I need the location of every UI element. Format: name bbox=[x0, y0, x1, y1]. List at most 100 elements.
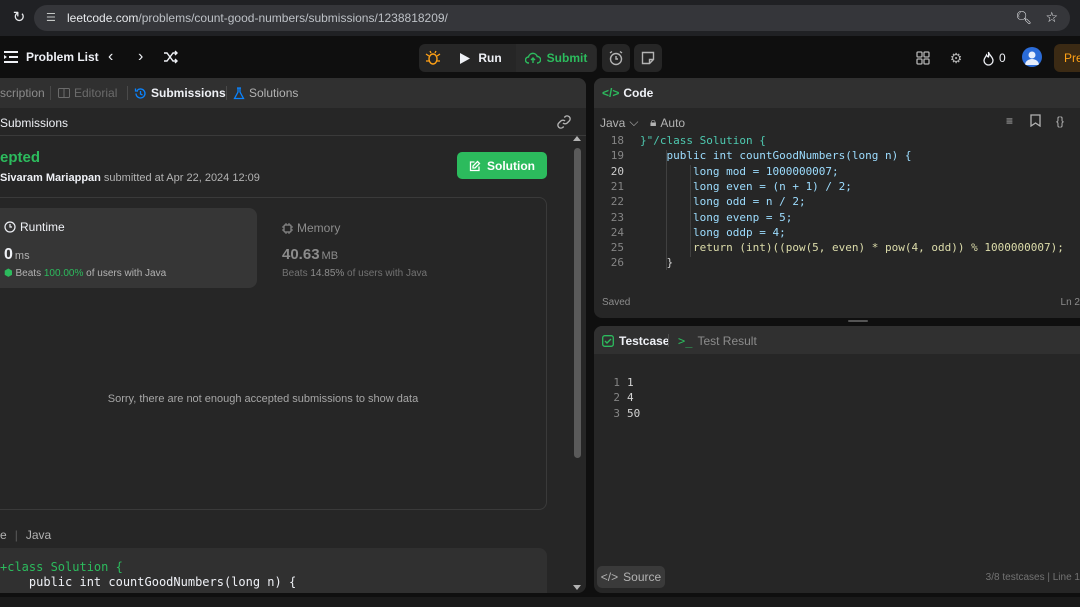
testcase-status: 3/8 testcases | Line 1 bbox=[985, 572, 1080, 583]
run-button[interactable]: Run bbox=[448, 44, 514, 72]
notes-button[interactable] bbox=[634, 44, 662, 72]
problem-list-link[interactable]: Problem List bbox=[26, 50, 99, 64]
code-brackets-icon: </> bbox=[600, 570, 619, 584]
url-host: leetcode.com bbox=[67, 11, 139, 25]
site-settings-icon[interactable]: ☰ bbox=[46, 11, 60, 25]
bug-icon bbox=[425, 50, 441, 65]
line-number: 1 bbox=[613, 376, 620, 389]
tab-test-result-label: Test Result bbox=[697, 334, 757, 348]
line-number: 18 bbox=[610, 134, 624, 147]
bookmark-star-icon[interactable]: ☆ bbox=[1045, 9, 1058, 26]
line-text: 50 bbox=[627, 406, 641, 420]
memory-label: Memory bbox=[297, 221, 341, 235]
line-code: long odd = n / 2; bbox=[640, 195, 806, 208]
tab-solutions-label: Solutions bbox=[249, 86, 299, 100]
tab-solutions[interactable]: Solutions bbox=[233, 86, 298, 100]
line-text: long evenp = 5; bbox=[640, 210, 793, 224]
code-line: 23 long evenp = 5; bbox=[594, 211, 1080, 226]
submitted-code-preview[interactable]: +class Solution { public int countGoodNu… bbox=[0, 548, 547, 593]
browser-toolbar: ↻ ☰ leetcode.com/problems/count-good-num… bbox=[0, 0, 1080, 36]
address-bar[interactable]: ☰ leetcode.com/problems/count-good-numbe… bbox=[34, 5, 1070, 31]
tab-submissions[interactable]: Submissions bbox=[134, 86, 226, 100]
zoom-icon[interactable]: 🔍︎ bbox=[1015, 10, 1032, 26]
code-editor[interactable]: 18}"/class Solution { 19 public int coun… bbox=[594, 134, 1080, 274]
tab-testcase[interactable]: Testcase bbox=[602, 334, 669, 348]
left-tab-bar: scription Editorial Submissions Solution… bbox=[0, 78, 586, 108]
scroll-up-icon[interactable] bbox=[573, 136, 581, 141]
line-code: long mod = 1000000007; bbox=[640, 165, 839, 178]
prev-problem-icon[interactable]: ‹ bbox=[108, 48, 113, 66]
chevron-down-icon: ⌵ bbox=[629, 115, 639, 129]
run-label: Run bbox=[478, 51, 502, 65]
link-icon[interactable] bbox=[556, 114, 572, 130]
line-code: public int countGoodNumbers(long n) { bbox=[640, 149, 911, 162]
lock-icon: 🔒︎ bbox=[650, 115, 657, 129]
solution-button[interactable]: Solution bbox=[457, 152, 547, 179]
code-brackets-icon: </> bbox=[602, 86, 620, 100]
tab-description[interactable]: scription bbox=[0, 86, 45, 100]
debug-button[interactable] bbox=[421, 46, 445, 70]
tab-divider bbox=[226, 86, 227, 100]
layout-grid-icon[interactable] bbox=[913, 48, 933, 68]
tab-test-result[interactable]: >_ Test Result bbox=[678, 334, 757, 348]
line-code: }"/class Solution { bbox=[640, 134, 766, 147]
submitted-time: submitted at Apr 22, 2024 12:09 bbox=[100, 172, 260, 184]
source-label: Source bbox=[623, 570, 662, 584]
reload-icon[interactable]: ↻ bbox=[10, 9, 28, 27]
code-brackets-icon[interactable]: {} bbox=[1056, 114, 1072, 130]
language-select[interactable]: Java ⌵ bbox=[600, 115, 638, 130]
terminal-icon: >_ bbox=[678, 334, 693, 348]
settings-gear-icon[interactable]: ⚙ bbox=[946, 48, 966, 68]
auto-mode[interactable]: 🔒︎ Auto bbox=[650, 115, 685, 130]
solution-label: Solution bbox=[487, 158, 535, 173]
edit-icon bbox=[469, 160, 481, 171]
tab-testcase-label: Testcase bbox=[619, 334, 670, 348]
code-label-prefix: e bbox=[0, 528, 7, 542]
streak-flame-icon[interactable] bbox=[978, 48, 998, 68]
timer-button[interactable] bbox=[602, 44, 630, 72]
format-icon[interactable]: ≡ bbox=[1006, 114, 1022, 130]
runtime-beats-suffix: of users with Java bbox=[83, 268, 167, 279]
all-submissions-link[interactable]: Submissions bbox=[0, 116, 68, 130]
code-line: 26 } bbox=[594, 256, 1080, 271]
runtime-beats-prefix: Beats bbox=[15, 268, 44, 279]
line-code: return (int)((pow(5, even) * pow(4, odd)… bbox=[640, 241, 1064, 254]
bookmark-icon[interactable] bbox=[1030, 114, 1046, 130]
line-text: long odd = n / 2; bbox=[640, 195, 806, 209]
runtime-card[interactable]: Runtime 0 ms ⬢ Beats 100.00% of users wit… bbox=[0, 208, 257, 288]
scroll-down-icon[interactable] bbox=[573, 585, 581, 590]
memory-number: 40.63 bbox=[282, 246, 320, 263]
memory-unit: MB bbox=[321, 250, 339, 262]
line-text: 4 bbox=[627, 391, 634, 405]
panel-resize-handle[interactable] bbox=[848, 320, 868, 322]
avatar[interactable] bbox=[1022, 47, 1042, 67]
source-button[interactable]: </> Source bbox=[597, 566, 665, 588]
line-text: long mod = 1000000007; bbox=[640, 164, 839, 178]
code-tab[interactable]: </> Code bbox=[602, 86, 653, 100]
note-icon bbox=[641, 51, 655, 65]
left-scrollbar[interactable] bbox=[571, 136, 583, 593]
premium-button[interactable]: Pre bbox=[1054, 44, 1080, 72]
scroll-thumb[interactable] bbox=[574, 148, 581, 458]
memory-title[interactable]: Memory bbox=[282, 221, 340, 235]
runtime-beats-pct: 100.00% bbox=[43, 268, 84, 279]
submitter-name[interactable]: Sivaram Mariappan bbox=[0, 172, 101, 184]
tab-editorial[interactable]: Editorial bbox=[58, 86, 117, 100]
testcase-header: Testcase >_ Test Result bbox=[594, 326, 1080, 354]
code-line: 20 long mod = 1000000007; bbox=[594, 165, 1080, 180]
line-number: 2 bbox=[613, 391, 620, 405]
line-code: long even = (n + 1) / 2; bbox=[640, 180, 852, 193]
line-number: 23 bbox=[610, 210, 624, 224]
line-code: long evenp = 5; bbox=[640, 211, 792, 224]
cursor-position: Ln 2 bbox=[1060, 297, 1080, 308]
runtime-label: Runtime bbox=[20, 220, 65, 234]
runtime-beats: ⬢ Beats 100.00% of users with Java bbox=[4, 268, 166, 279]
problem-list-icon[interactable] bbox=[4, 50, 18, 64]
shuffle-icon[interactable] bbox=[163, 50, 178, 64]
code-line: 24 long oddp = 4; bbox=[594, 226, 1080, 241]
line-code: } bbox=[640, 256, 673, 269]
submit-button[interactable]: Submit bbox=[516, 44, 596, 72]
next-problem-icon[interactable]: › bbox=[138, 48, 143, 66]
line-number: 22 bbox=[610, 195, 624, 209]
code-line: 21 long even = (n + 1) / 2; bbox=[594, 180, 1080, 195]
